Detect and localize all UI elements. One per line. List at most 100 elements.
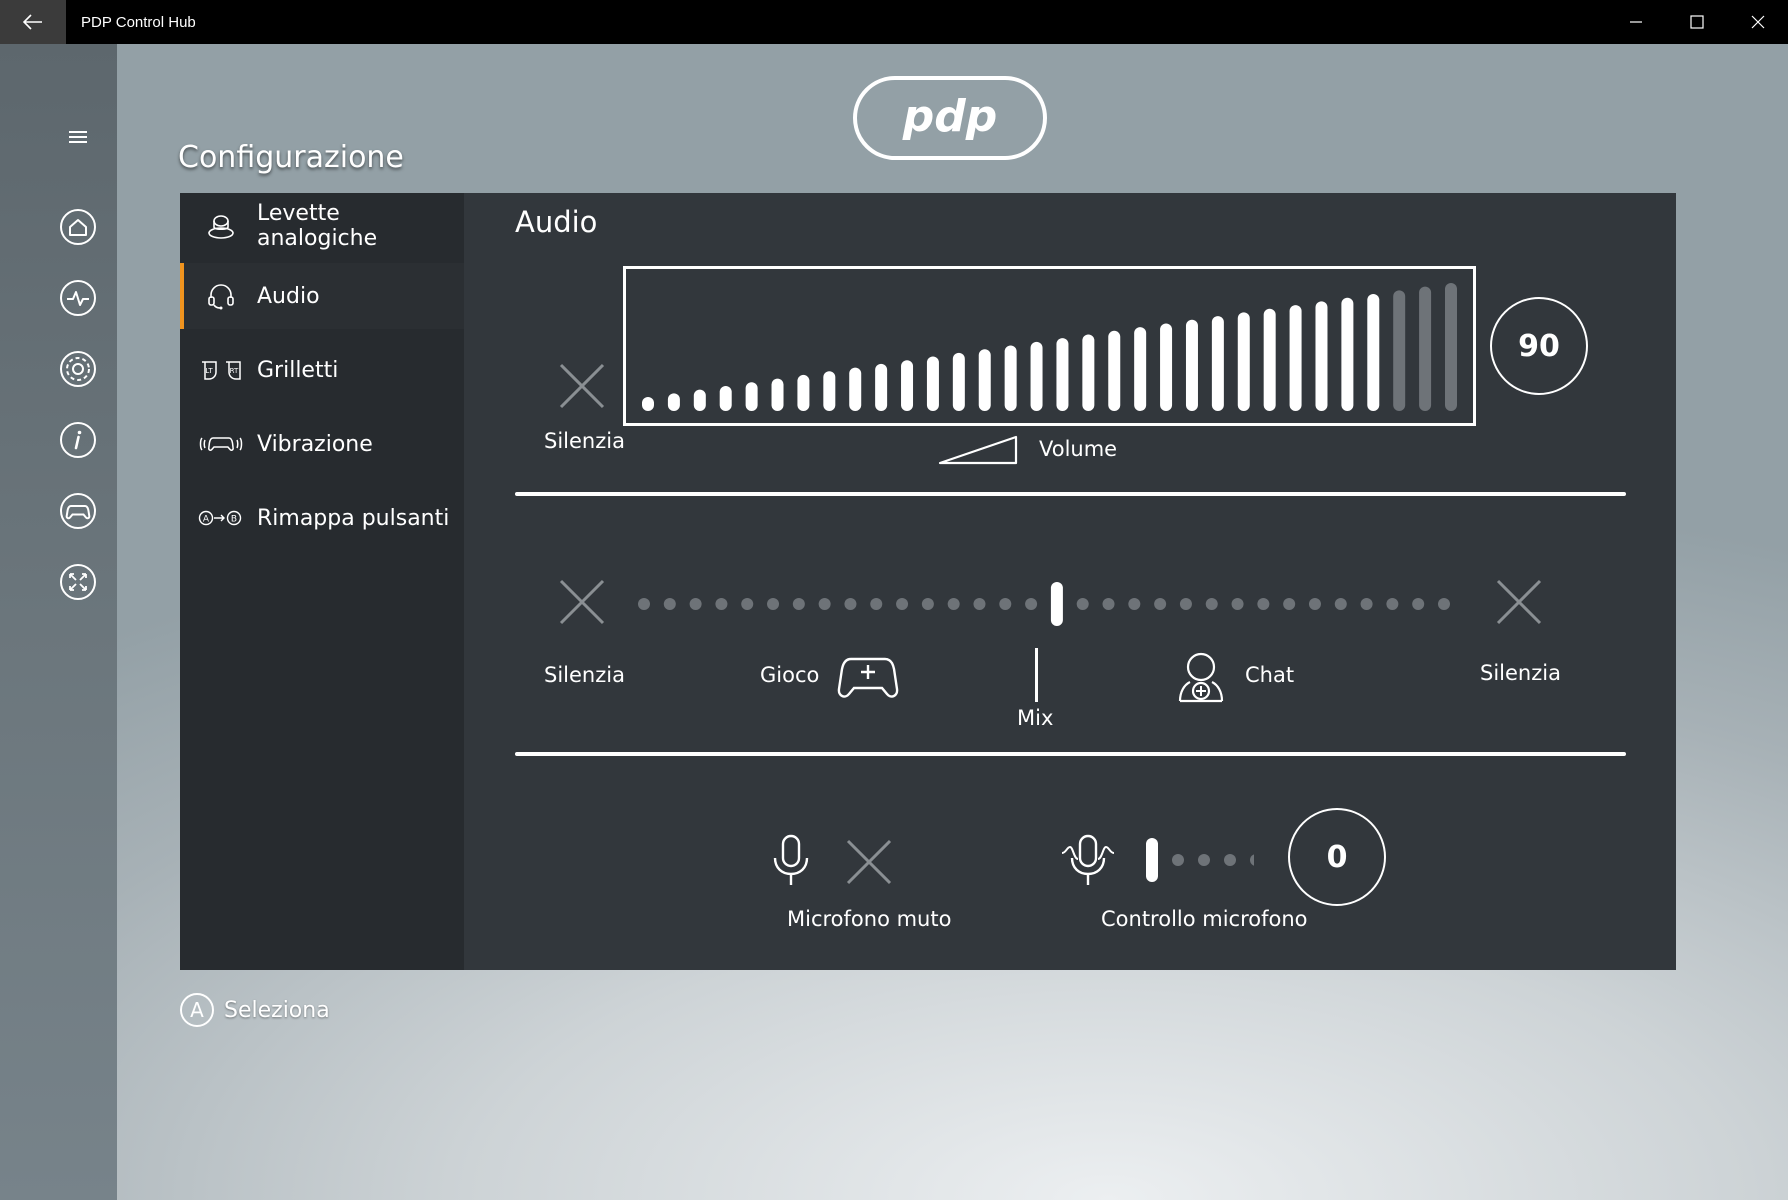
volume-bar [1030,341,1043,411]
nav-activity-button[interactable] [58,278,98,318]
mix-slider-dot [844,598,857,610]
volume-bar [1211,316,1224,411]
info-icon [60,422,96,458]
mic-mute-x-icon[interactable] [844,837,894,887]
nav-controller-button[interactable] [58,491,98,531]
pdp-logo: pdp [853,76,1047,160]
mix-slider-dot [1334,598,1347,610]
divider [515,752,1626,756]
volume-bar [719,385,732,411]
svg-text:A: A [203,515,210,525]
mix-slider-dot [663,598,676,610]
mix-slider-dot [947,598,960,610]
mix-slider-dot [921,598,934,610]
nav-home-button[interactable] [58,207,98,247]
mix-slider-thumb [1050,582,1063,626]
mix-slider-dot [1257,598,1270,610]
svg-text:B: B [231,515,237,525]
mic-control-label: Controllo microfono [1101,907,1308,931]
mix-slider-dot [1231,598,1244,610]
mix-slider-dot [741,598,754,610]
sidebar-item-audio[interactable]: Audio [180,263,464,329]
sidebar-item-label: Levette analogiche [257,201,378,251]
sidebar-item-label: Grilletti [257,357,339,383]
sidebar-item-analog-sticks[interactable]: Levette analogiche [180,193,464,259]
headset-icon [198,281,244,311]
mix-slider-dot [1360,598,1373,610]
mix-slider-dot [689,598,702,610]
mix-slider-dot [1205,598,1218,610]
game-mute-x-icon[interactable] [557,577,607,627]
maximize-icon [1689,15,1704,29]
volume-bar [1367,294,1380,411]
mix-slider-dot [1308,598,1321,610]
volume-bar [1263,308,1276,411]
volume-bar [1108,330,1121,411]
volume-bar [849,367,862,411]
hamburger-menu-button[interactable] [58,117,98,157]
volume-value-display: 90 [1490,297,1588,395]
volume-mute-x-icon[interactable] [557,361,607,411]
minimize-button[interactable] [1605,0,1666,44]
volume-bar [1445,283,1457,411]
mix-slider-dot [792,598,805,610]
mix-slider-dot [638,598,650,610]
close-icon [1751,15,1764,29]
mix-slider-dot [1283,598,1296,610]
mic-value: 0 [1326,839,1348,875]
volume-bar [1004,345,1017,411]
maximize-button[interactable] [1666,0,1727,44]
vibration-icon [198,429,244,459]
sidebar-item-label: Vibrazione [257,431,373,457]
mix-slider-dot [1386,598,1399,610]
volume-bar [1082,334,1095,411]
fullscreen-icon [60,564,96,600]
mix-slider-dot [1438,598,1450,610]
volume-bar [875,363,888,411]
home-icon [60,209,96,245]
sidebar-item-vibration[interactable]: Vibrazione [180,411,464,477]
close-button[interactable] [1727,0,1788,44]
mix-slider-dot [1025,598,1038,610]
sidebar-item-remap-buttons[interactable]: A B Rimappa pulsanti [180,485,464,551]
nav-rail [0,44,117,1200]
sidebar-item-label: Rimappa pulsanti [257,505,450,531]
game-controller-icon [837,657,899,698]
nav-info-button[interactable] [58,420,98,460]
mic-slider-dot [1250,854,1254,866]
mix-slider-dot [767,598,780,610]
volume-bar [1160,323,1173,411]
volume-value: 90 [1518,328,1560,364]
volume-bar [1056,338,1069,411]
select-label: Seleziona [224,997,330,1023]
svg-text:pdp: pdp [902,91,998,142]
mic-control-slider[interactable] [1144,835,1254,885]
sidebar-item-triggers[interactable]: LT RT Grilletti [180,337,464,403]
volume-bar [771,378,784,411]
back-arrow-icon [23,14,42,30]
mic-monitor-icon [1061,834,1115,885]
mix-label: Mix [1017,706,1054,730]
volume-bar [926,356,939,411]
config-sidebar: Levette analogiche Audio LT RT Grilletti… [180,193,464,970]
volume-bar [1237,312,1250,411]
mic-mute-label: Microfono muto [787,907,952,931]
volume-bar [823,371,836,411]
controller-icon [60,493,96,529]
divider [515,492,1626,496]
volume-bar [952,352,965,411]
mic-value-display: 0 [1288,808,1386,906]
mix-slider-dot [1102,598,1115,610]
chat-label: Chat [1245,663,1295,687]
chat-mute-x-icon[interactable] [1494,577,1544,627]
volume-bar [667,393,680,411]
nav-settings-button[interactable] [58,349,98,389]
volume-bar [978,349,991,411]
remap-icon: A B [198,503,244,533]
mix-slider[interactable] [632,579,1456,629]
triggers-icon: LT RT [198,355,244,385]
mix-slider-dot [1179,598,1192,610]
volume-meter[interactable] [623,266,1476,426]
nav-fullscreen-button[interactable] [58,562,98,602]
back-button[interactable] [0,0,66,44]
